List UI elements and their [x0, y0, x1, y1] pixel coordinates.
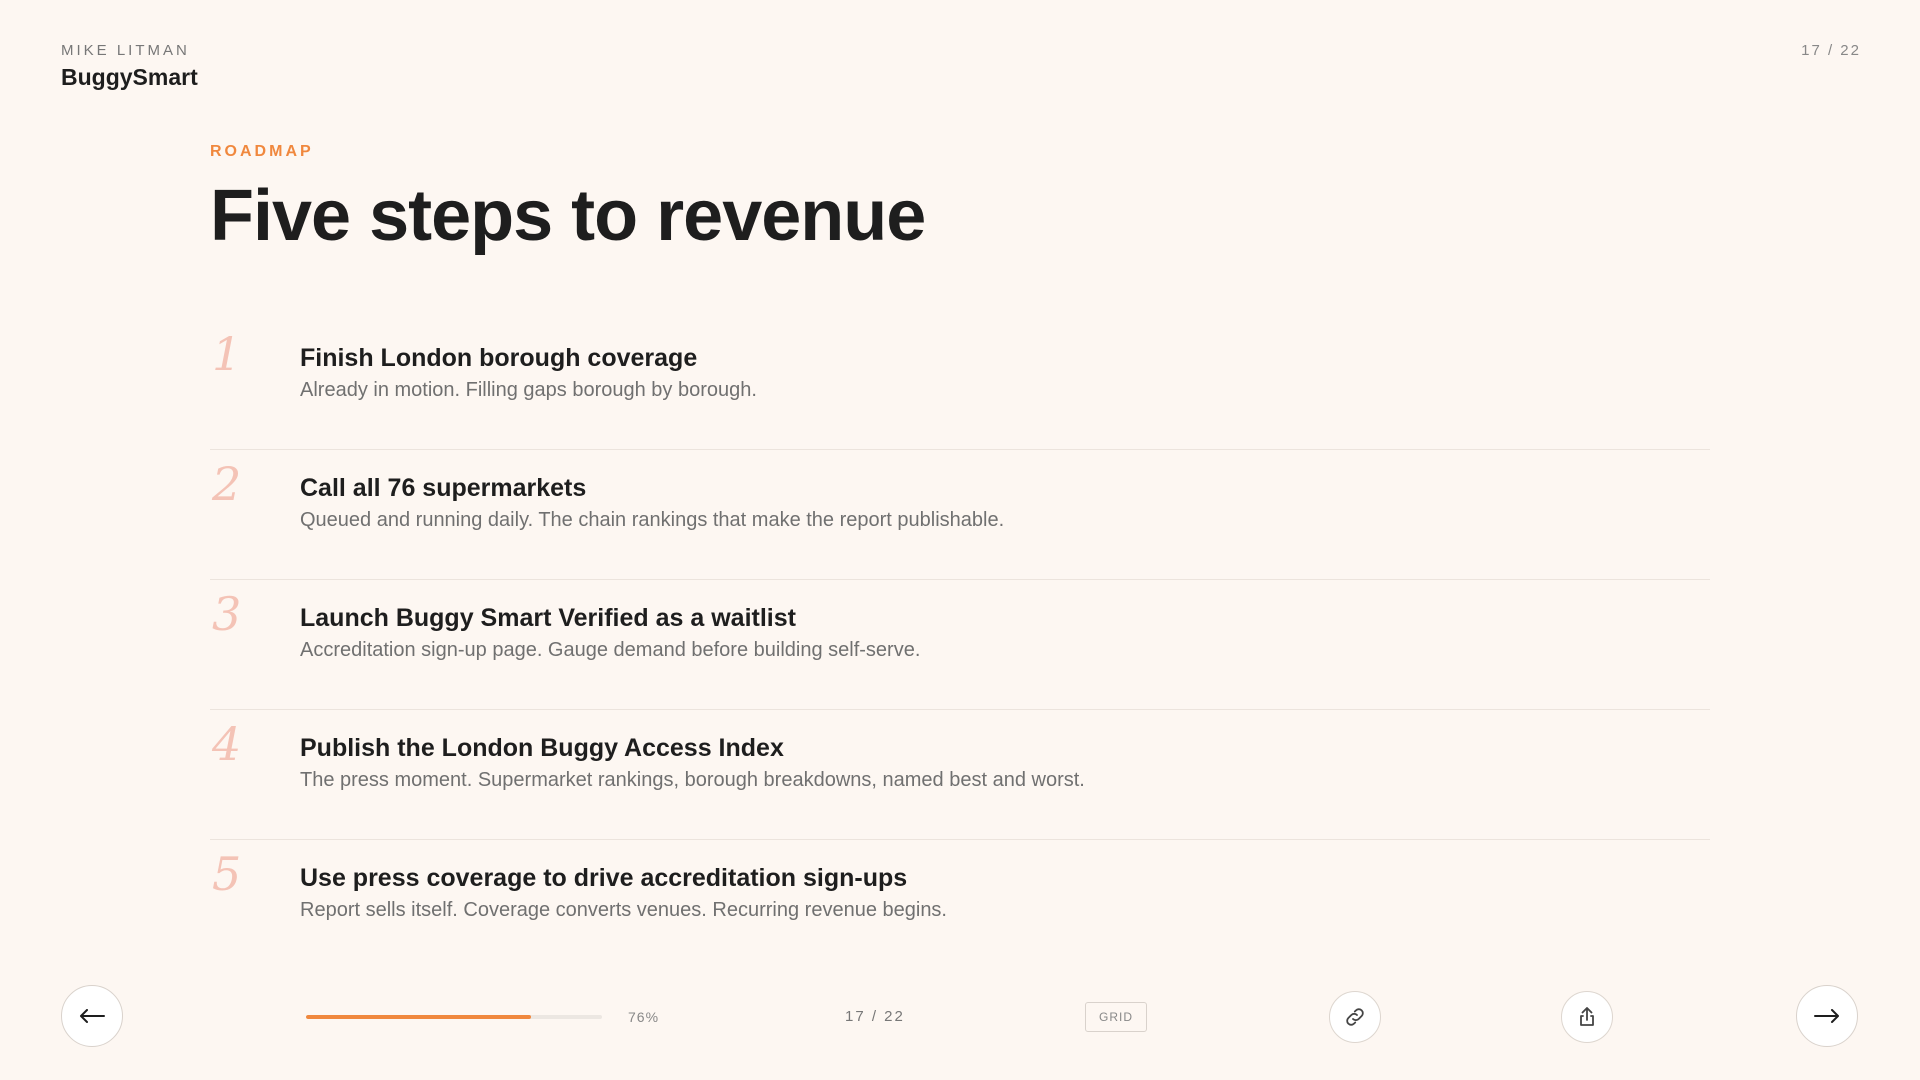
step-description: Already in motion. Filling gaps borough …	[300, 379, 757, 401]
step-title: Finish London borough coverage	[300, 344, 698, 372]
arrow-left-icon	[79, 1009, 105, 1023]
step-number: 2	[212, 457, 242, 511]
step-number: 5	[212, 847, 242, 901]
step-description: Report sells itself. Coverage converts v…	[300, 899, 947, 921]
step-item: 4 Publish the London Buggy Access Index …	[210, 710, 1710, 840]
progress-bar-fill	[306, 1015, 531, 1019]
step-description: Accreditation sign-up page. Gauge demand…	[300, 639, 921, 661]
step-number: 3	[212, 587, 242, 641]
step-item: 2 Call all 76 supermarkets Queued and ru…	[210, 450, 1710, 580]
step-number: 4	[212, 717, 242, 771]
share-button[interactable]	[1561, 991, 1613, 1043]
page-indicator-bottom: 17 / 22	[845, 1008, 905, 1025]
brand-name: BuggySmart	[61, 64, 198, 90]
step-description: The press moment. Supermarket rankings, …	[300, 769, 1085, 791]
step-title: Publish the London Buggy Access Index	[300, 734, 784, 762]
author-name: MIKE LITMAN	[61, 42, 190, 59]
step-item: 3 Launch Buggy Smart Verified as a waitl…	[210, 580, 1710, 710]
step-title: Launch Buggy Smart Verified as a waitlis…	[300, 604, 796, 632]
arrow-right-icon	[1814, 1009, 1840, 1023]
progress-bar	[306, 1015, 602, 1019]
slide: MIKE LITMAN BuggySmart 17 / 22 ROADMAP F…	[0, 0, 1920, 1080]
progress-label: 76%	[628, 1009, 660, 1025]
share-icon	[1575, 1005, 1599, 1029]
step-description: Queued and running daily. The chain rank…	[300, 509, 1005, 531]
step-item: 5 Use press coverage to drive accreditat…	[210, 840, 1710, 970]
copy-link-button[interactable]	[1329, 991, 1381, 1043]
step-item: 1 Finish London borough coverage Already…	[210, 320, 1710, 450]
prev-slide-button[interactable]	[61, 985, 123, 1047]
link-icon	[1343, 1005, 1367, 1029]
slide-title: Five steps to revenue	[210, 176, 926, 256]
grid-view-button[interactable]: GRID	[1085, 1002, 1147, 1032]
steps-list: 1 Finish London borough coverage Already…	[210, 320, 1710, 970]
step-title: Use press coverage to drive accreditatio…	[300, 864, 908, 892]
step-number: 1	[212, 327, 242, 381]
step-title: Call all 76 supermarkets	[300, 474, 587, 502]
next-slide-button[interactable]	[1796, 985, 1858, 1047]
page-indicator-top: 17 / 22	[1801, 42, 1861, 59]
section-eyebrow: ROADMAP	[210, 143, 314, 160]
